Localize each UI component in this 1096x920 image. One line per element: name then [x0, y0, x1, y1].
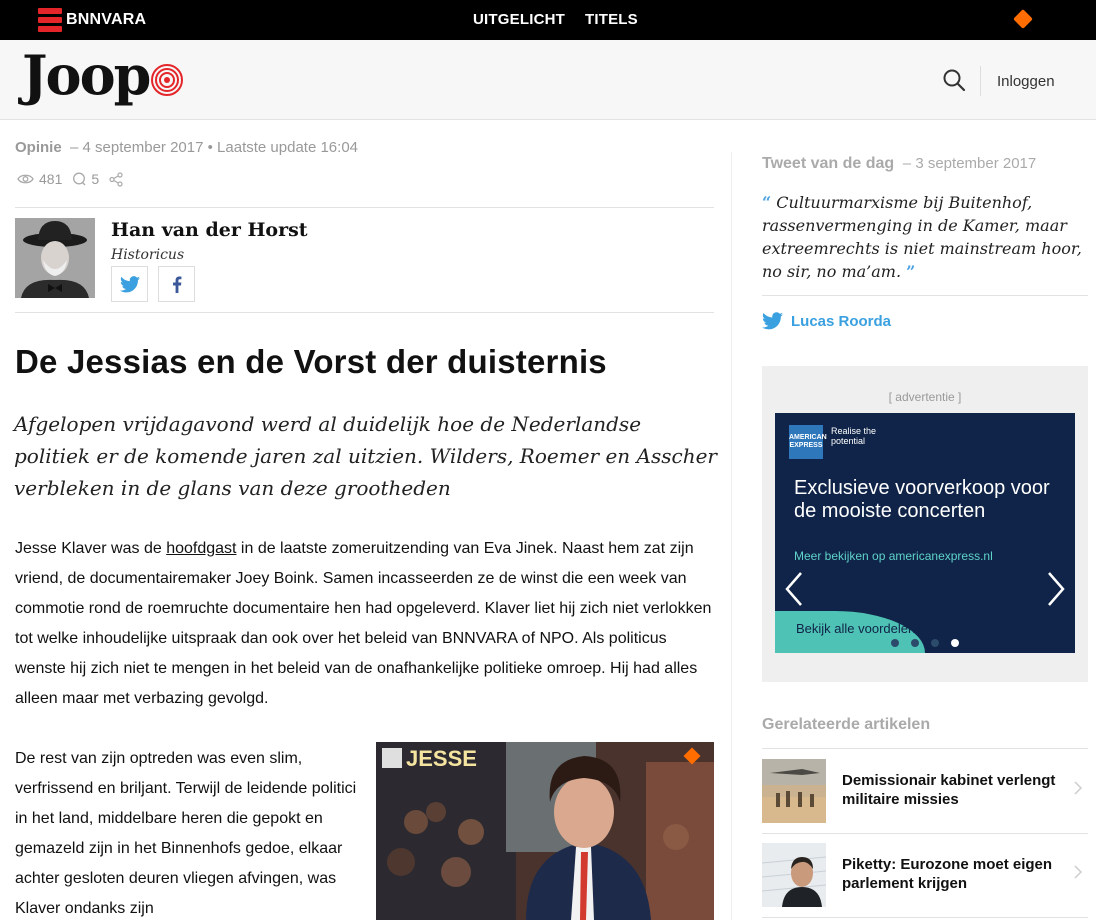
article-updated: Laatste update 16:04: [217, 139, 359, 156]
tweet-of-the-day-header: Tweet van de dag – 3 september 2017: [762, 155, 1036, 173]
facebook-icon: [172, 275, 181, 293]
bnnvara-logo-icon: [38, 8, 62, 32]
target-logo-icon: [151, 64, 184, 96]
author-portrait-image: [15, 218, 95, 298]
ad-banner[interactable]: AMERICAN EXPRESS Realise the potential E…: [775, 413, 1075, 653]
share-stat[interactable]: [109, 171, 128, 187]
ad-subline: Meer bekijken op americanexpress.nl: [794, 549, 993, 563]
paragraph-1-rest: in de laatste zomeruitzending van Eva Ji…: [15, 540, 712, 707]
related-article-title: Piketty: Eurozone moet eigen parlement k…: [842, 856, 1053, 892]
bnnvara-brand-text: BNNVARA: [66, 11, 147, 28]
tweet-author-name: Lucas Roorda: [791, 312, 892, 330]
twitter-icon: [119, 275, 140, 292]
meta-bullet: •: [207, 139, 218, 156]
related-thumbnail: [762, 843, 826, 907]
related-articles-heading: Gerelateerde artikelen: [762, 716, 931, 733]
related-divider: [762, 833, 1088, 834]
article-title: De Jessias en de Vorst der duisternis: [15, 343, 607, 380]
article-category[interactable]: Opinie: [15, 139, 62, 156]
comments-stat[interactable]: 5: [72, 171, 99, 187]
advertisement-box: [ advertentie ] AMERICAN EXPRESS Realise…: [762, 366, 1088, 682]
tweet-label: Tweet van de dag: [762, 155, 895, 172]
military-mission-photo: [762, 759, 826, 823]
author-photo[interactable]: [15, 218, 95, 298]
ad-tagline: Realise the potential: [831, 426, 877, 446]
bnnvara-logo[interactable]: BNNVARA: [38, 8, 146, 32]
header-divider: [980, 66, 981, 96]
carousel-dot[interactable]: [931, 639, 939, 647]
carousel-dots: [891, 639, 959, 647]
divider-top: [15, 207, 714, 208]
article-image[interactable]: JESSE: [376, 742, 714, 920]
npo-diamond-icon[interactable]: [1013, 9, 1033, 29]
carousel-dot[interactable]: [911, 639, 919, 647]
views-stat: 481: [17, 171, 62, 187]
related-article-item[interactable]: Demissionair kabinet verlengt militaire …: [762, 759, 1092, 823]
login-link[interactable]: Inloggen: [997, 73, 1055, 90]
tweet-quote: “ Cultuurmarxisme bij Buitenhof, rassenv…: [762, 191, 1092, 283]
share-icon: [109, 171, 123, 187]
comment-icon: [73, 172, 86, 186]
related-thumbnail: [762, 759, 826, 823]
tweet-dash: –: [898, 155, 916, 172]
open-quote-icon: “: [762, 193, 772, 212]
related-divider: [762, 748, 1088, 749]
tweet-date: 3 september 2017: [915, 155, 1037, 172]
nav-titels[interactable]: TITELS: [585, 11, 638, 28]
chevron-left-icon[interactable]: [783, 571, 805, 607]
facebook-follow-button[interactable]: [158, 266, 195, 302]
close-quote-icon: ”: [906, 262, 916, 281]
carousel-dot-active[interactable]: [951, 639, 959, 647]
chevron-right-icon: [1074, 781, 1082, 795]
eye-icon: [17, 174, 34, 184]
related-article-item[interactable]: Piketty: Eurozone moet eigen parlement k…: [762, 843, 1092, 907]
piketty-photo: [762, 843, 826, 907]
ad-headline: Exclusieve voorverkoop voor de mooiste c…: [794, 477, 1050, 522]
article-date: 4 september 2017: [82, 139, 204, 156]
network-bar: BNNVARA UITGELICHT TITELS: [0, 0, 1096, 40]
meta-dash: –: [65, 139, 83, 156]
author-name[interactable]: Han van der Horst: [111, 219, 308, 241]
amex-logo: AMERICAN EXPRESS: [789, 425, 827, 459]
comments-count: 5: [91, 171, 100, 187]
author-role: Historicus: [111, 247, 185, 263]
related-article-title: Demissionair kabinet verlengt militaire …: [842, 772, 1056, 808]
paragraph-1-start: Jesse Klaver was de: [15, 540, 167, 557]
ad-label: [ advertentie ]: [888, 390, 962, 404]
article-meta: Opinie – 4 september 2017 • Laatste upda…: [15, 139, 358, 156]
twitter-bird-icon: [762, 312, 783, 330]
search-icon[interactable]: [942, 68, 966, 92]
views-count: 481: [39, 171, 63, 187]
carousel-dot[interactable]: [891, 639, 899, 647]
related-divider: [762, 917, 1088, 918]
tweet-author[interactable]: Lucas Roorda: [762, 312, 891, 330]
divider-author: [15, 312, 714, 313]
tweet-divider: [762, 295, 1088, 296]
twitter-follow-button[interactable]: [111, 266, 148, 302]
hoofdgast-link[interactable]: hoofdgast: [166, 540, 236, 557]
chevron-right-icon[interactable]: [1045, 571, 1067, 607]
article-intro: Afgelopen vrijdagavond werd al duidelijk…: [14, 412, 717, 500]
network-nav: UITGELICHT TITELS: [473, 11, 638, 28]
article-paragraph-1: Jesse Klaver was de hoofdgast in de laat…: [15, 534, 720, 714]
nav-uitgelicht[interactable]: UITGELICHT: [473, 11, 565, 28]
sidebar-divider: [731, 152, 732, 920]
joop-logo[interactable]: Joop: [22, 43, 184, 107]
article-stats: 481 5: [17, 171, 138, 187]
jinek-show-photo: JESSE: [376, 742, 714, 920]
joop-logo-text: Joop: [22, 43, 151, 107]
jesse-banner-text: JESSE: [406, 746, 477, 771]
tweet-text: Cultuurmarxisme bij Buitenhof, rassenver…: [762, 193, 1082, 281]
chevron-right-icon: [1074, 865, 1082, 879]
article-paragraph-2: De rest van zijn optreden was even slim,…: [15, 750, 357, 917]
